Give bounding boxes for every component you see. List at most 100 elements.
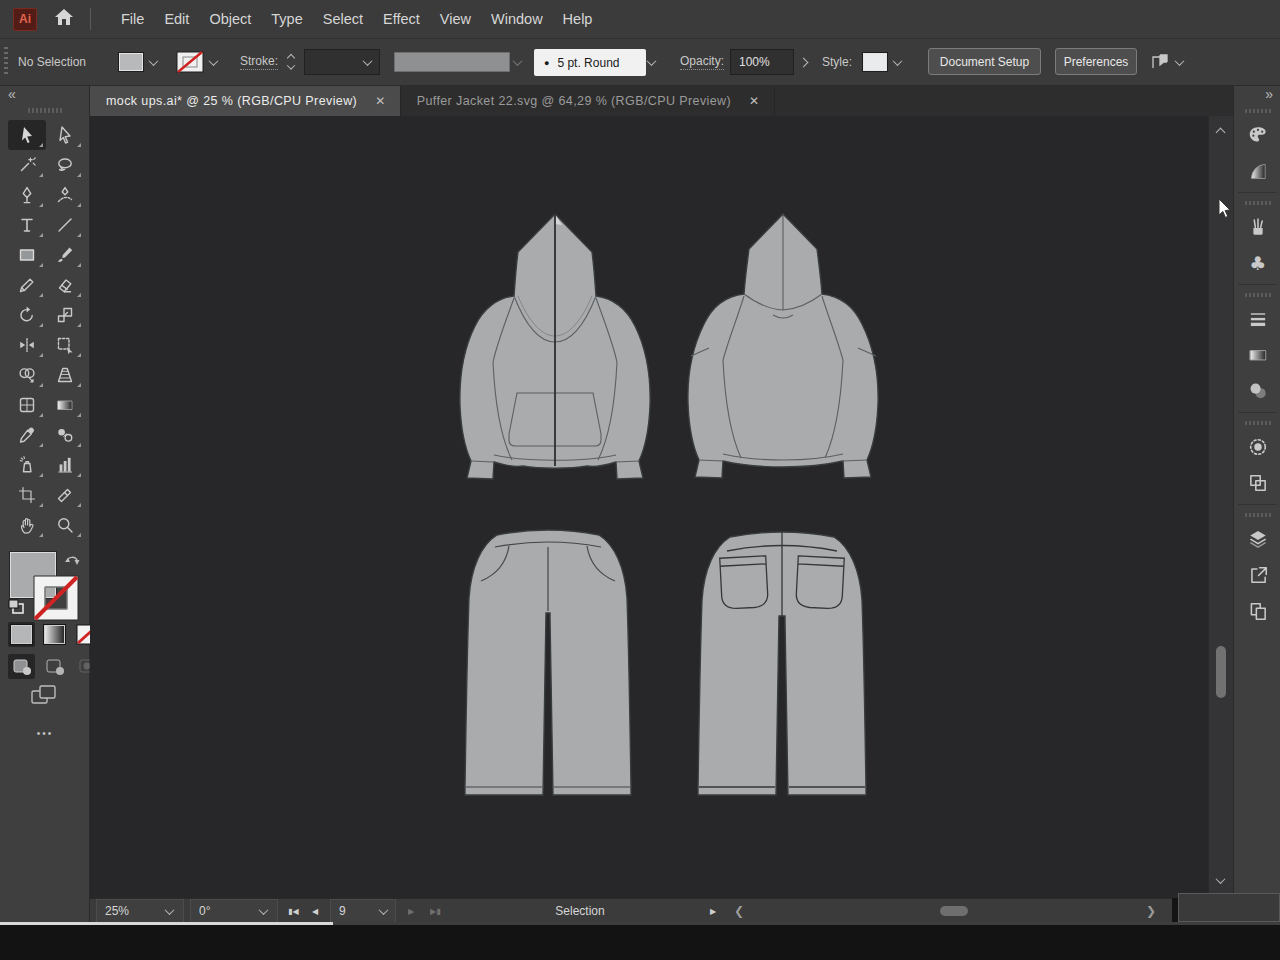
- swap-fill-stroke-icon[interactable]: [64, 552, 82, 572]
- tool-width[interactable]: [8, 330, 46, 360]
- panel-icon-asset-export[interactable]: [1234, 593, 1280, 629]
- draw-behind-button[interactable]: [41, 654, 68, 679]
- tool-symbol-sprayer[interactable]: [8, 450, 46, 480]
- next-artboard-button[interactable]: ▶: [408, 899, 414, 923]
- tool-lasso[interactable]: [46, 150, 84, 180]
- menu-window[interactable]: Window: [481, 0, 553, 38]
- menu-type[interactable]: Type: [261, 0, 312, 38]
- fill-color-dropdown[interactable]: [150, 39, 157, 85]
- dock-collapse-icon[interactable]: »: [1265, 86, 1273, 102]
- tool-shape-builder[interactable]: [8, 360, 46, 390]
- default-fill-stroke-icon[interactable]: [7, 598, 25, 619]
- opacity-label[interactable]: Opacity:: [680, 54, 724, 70]
- panel-icon-color[interactable]: [1234, 117, 1280, 153]
- panel-icon-stroke[interactable]: [1234, 301, 1280, 337]
- tool-line-segment[interactable]: [46, 210, 84, 240]
- tool-direct-selection[interactable]: [46, 120, 84, 150]
- panel-icon-layers[interactable]: [1234, 521, 1280, 557]
- tool-curvature[interactable]: [46, 180, 84, 210]
- tab-close-icon[interactable]: ✕: [749, 94, 759, 108]
- brush-definition[interactable]: ● 5 pt. Round: [534, 49, 646, 76]
- preferences-button[interactable]: Preferences: [1055, 48, 1137, 75]
- tool-rotate[interactable]: [8, 300, 46, 330]
- style-dropdown[interactable]: [894, 39, 901, 85]
- stroke-color-swatch[interactable]: [176, 51, 204, 73]
- tool-hand[interactable]: [8, 510, 46, 540]
- stroke-label[interactable]: Stroke:: [240, 54, 278, 70]
- document-setup-button[interactable]: Document Setup: [928, 48, 1041, 75]
- vertical-scrollbar[interactable]: [1208, 116, 1233, 898]
- illustrator-logo[interactable]: Ai: [13, 8, 37, 31]
- document-tab-2[interactable]: Puffer Jacket 22.svg @ 64,29 % (RGB/CPU …: [401, 86, 775, 116]
- panel-icon-brushes[interactable]: [1234, 209, 1280, 245]
- tab-close-icon[interactable]: ✕: [375, 94, 385, 108]
- toolbar-collapse-icon[interactable]: «: [8, 86, 16, 102]
- artboard-canvas[interactable]: [90, 116, 1208, 898]
- menu-file[interactable]: File: [111, 0, 154, 38]
- tool-gradient[interactable]: [46, 390, 84, 420]
- artwork-hoodie-back[interactable]: [681, 212, 886, 488]
- brush-dropdown[interactable]: [648, 39, 655, 85]
- controlbar-grip[interactable]: [4, 47, 8, 77]
- home-icon[interactable]: [54, 8, 74, 30]
- opacity-expand[interactable]: [800, 39, 807, 85]
- tool-slice[interactable]: [46, 480, 84, 510]
- tool-pen[interactable]: [8, 180, 46, 210]
- fill-color-swatch[interactable]: [118, 52, 144, 72]
- tool-eraser[interactable]: [46, 270, 84, 300]
- tool-zoom[interactable]: [46, 510, 84, 540]
- opacity-field[interactable]: 100%: [730, 49, 794, 75]
- tool-scale[interactable]: [46, 300, 84, 330]
- rotation-select[interactable]: 0°: [190, 899, 278, 923]
- tool-pencil[interactable]: [8, 270, 46, 300]
- menu-help[interactable]: Help: [553, 0, 603, 38]
- tool-perspective-grid[interactable]: [46, 360, 84, 390]
- tool-free-transform[interactable]: [46, 330, 84, 360]
- menu-effect[interactable]: Effect: [373, 0, 430, 38]
- draw-normal-button[interactable]: [8, 654, 35, 679]
- menu-object[interactable]: Object: [199, 0, 261, 38]
- horizontal-scroll-thumb[interactable]: [940, 906, 968, 916]
- tool-magic-wand[interactable]: [8, 150, 46, 180]
- panel-icon-transparency[interactable]: [1234, 373, 1280, 409]
- panel-icon-artboards[interactable]: [1234, 465, 1280, 501]
- menu-select[interactable]: Select: [313, 0, 373, 38]
- panel-icon-export[interactable]: [1234, 557, 1280, 593]
- artboard-number-field[interactable]: 9: [330, 899, 396, 923]
- menu-view[interactable]: View: [430, 0, 481, 38]
- panel-icon-gradient[interactable]: [1234, 337, 1280, 373]
- color-button[interactable]: [8, 622, 35, 647]
- tool-rectangle[interactable]: [8, 240, 46, 270]
- tool-paintbrush[interactable]: [46, 240, 84, 270]
- last-artboard-button[interactable]: ▶▮: [430, 899, 441, 923]
- hscroll-right-arrow[interactable]: ❯: [1146, 899, 1156, 923]
- vertical-scroll-thumb[interactable]: [1216, 646, 1226, 698]
- artwork-hoodie-front[interactable]: [455, 212, 655, 490]
- first-artboard-button[interactable]: ▮◀: [288, 899, 306, 923]
- hscroll-left-arrow[interactable]: ❮: [734, 899, 744, 923]
- style-swatch[interactable]: [862, 52, 888, 72]
- panel-icon-color-guide[interactable]: [1234, 153, 1280, 189]
- arrange-documents-icon[interactable]: [1150, 39, 1170, 85]
- status-expand-arrow[interactable]: ▶: [710, 899, 716, 923]
- arrange-documents-dropdown[interactable]: [1176, 39, 1183, 85]
- profile-dropdown[interactable]: [514, 39, 521, 85]
- document-tab-1[interactable]: mock ups.ai* @ 25 % (RGB/CPU Preview)✕: [90, 86, 401, 116]
- panel-icon-appearance[interactable]: [1234, 429, 1280, 465]
- stroke-weight-stepper[interactable]: [288, 39, 294, 85]
- artwork-pants-back[interactable]: [691, 523, 874, 811]
- stroke-weight-field[interactable]: [304, 49, 380, 75]
- screen-mode-icon[interactable]: [30, 684, 58, 710]
- prev-artboard-button[interactable]: ◀: [312, 899, 318, 923]
- toolbar-ellipsis[interactable]: •••: [0, 728, 90, 739]
- artwork-pants-front[interactable]: [457, 523, 642, 811]
- stroke-swatch[interactable]: [33, 575, 79, 621]
- zoom-level-select[interactable]: 25%: [96, 899, 184, 923]
- tool-column-graph[interactable]: [46, 450, 84, 480]
- variable-width-profile[interactable]: [394, 52, 510, 72]
- panel-icon-symbols[interactable]: ♣: [1234, 245, 1280, 281]
- tool-artboard[interactable]: [8, 480, 46, 510]
- tool-type[interactable]: [8, 210, 46, 240]
- tool-selection[interactable]: [8, 120, 46, 150]
- stroke-color-dropdown[interactable]: [210, 39, 217, 85]
